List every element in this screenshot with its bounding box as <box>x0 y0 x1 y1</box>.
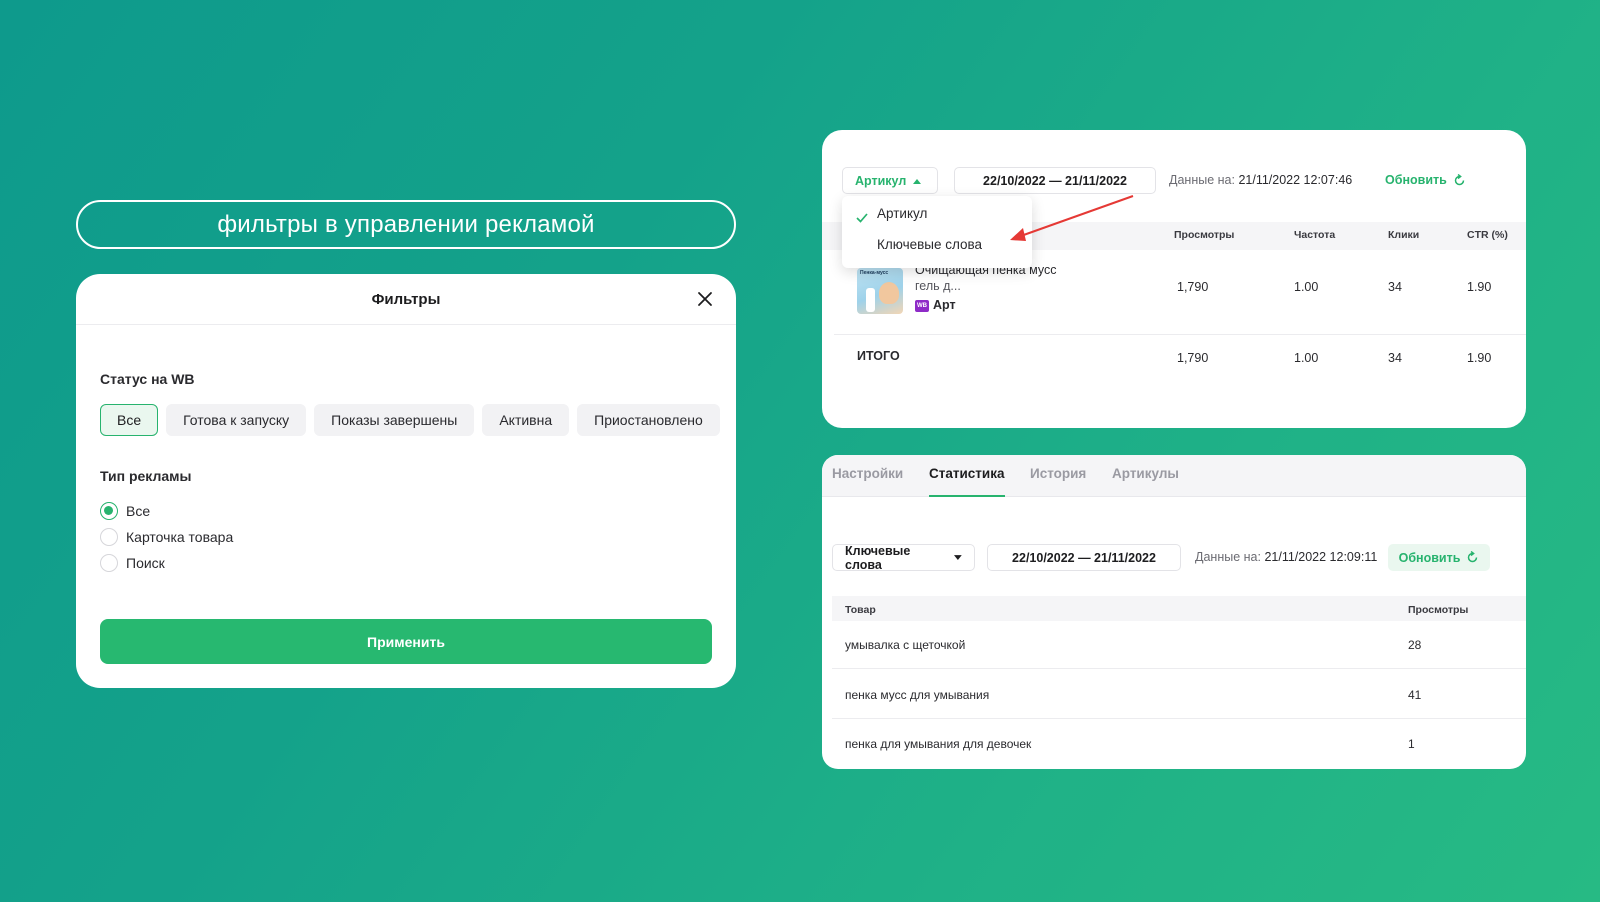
wb-badge: WB <box>915 299 929 312</box>
table-row-views: 1 <box>1408 737 1415 751</box>
refresh-icon <box>1468 551 1478 563</box>
grouping-select-label: Ключевые слова <box>845 543 911 572</box>
status-chip-paused[interactable]: Приостановлено <box>577 404 720 436</box>
status-label: Статус на WB <box>100 371 195 387</box>
modal-title: Фильтры <box>371 290 441 308</box>
thumbnail-bottle <box>866 288 875 312</box>
total-clicks: 34 <box>1388 351 1402 365</box>
radio-checked-icon[interactable] <box>100 502 118 520</box>
total-label: ИТОГО <box>857 349 900 363</box>
total-views: 1,790 <box>1177 351 1209 365</box>
grouping-select[interactable]: Артикул <box>842 167 938 194</box>
data-timestamp: Данные на: 21/11/2022 12:07:46 <box>1169 173 1352 187</box>
table-row-views: 28 <box>1408 638 1422 652</box>
data-on-value: 21/11/2022 12:09:11 <box>1264 550 1378 564</box>
stats-keywords-card: Настройки Статистика История Артикулы Кл… <box>822 455 1526 769</box>
table-row-query: умывалка с щеточкой <box>845 638 966 652</box>
modal-header: Фильтры <box>76 274 736 325</box>
radio-icon[interactable] <box>100 528 118 546</box>
status-chip-all[interactable]: Все <box>100 404 159 436</box>
product-views: 1,790 <box>1177 280 1209 294</box>
total-frequency: 1.00 <box>1294 351 1319 365</box>
dropdown-item-keywords[interactable]: Ключевые слова <box>877 237 982 252</box>
caret-down-icon <box>954 554 962 560</box>
column-header-views: Просмотры <box>1408 604 1469 616</box>
product-frequency: 1.00 <box>1294 280 1319 294</box>
product-ctr: 1.90 <box>1467 280 1492 294</box>
active-tab-indicator <box>929 495 1005 497</box>
apply-button[interactable]: Применить <box>100 619 712 664</box>
table-row-query: пенка для умывания для девочек <box>845 737 1032 751</box>
data-timestamp: Данные на: 21/11/2022 12:09:11 <box>1195 550 1377 564</box>
ad-type-option-all[interactable]: Все <box>100 502 150 520</box>
refresh-label: Обновить <box>1398 550 1461 565</box>
column-header-product: Товар <box>845 604 876 616</box>
thumbnail-face <box>879 282 899 304</box>
stats-article-card: Артикул 22/10/2022 — 21/11/2022 Данные н… <box>822 130 1526 428</box>
close-icon[interactable] <box>696 290 714 308</box>
tab-statistics[interactable]: Статистика <box>929 466 1004 481</box>
ad-type-option-label: Все <box>126 503 151 519</box>
column-header-views: Просмотры <box>1174 229 1235 241</box>
status-chip-finished[interactable]: Показы завершены <box>314 404 475 436</box>
row-divider <box>834 334 1526 335</box>
annotation-arrow-icon <box>1010 195 1134 241</box>
product-clicks: 34 <box>1388 280 1402 294</box>
product-sku-label: Арт <box>933 298 956 312</box>
product-name-line2: гель д... <box>915 279 961 293</box>
check-icon <box>856 213 868 223</box>
thumbnail-text: Пенка-мусс <box>860 270 889 276</box>
date-range-picker[interactable]: 22/10/2022 — 21/11/2022 <box>987 544 1181 571</box>
refresh-link[interactable]: Обновить <box>1385 173 1466 187</box>
row-divider <box>832 718 1526 719</box>
status-chip-ready[interactable]: Готова к запуску <box>166 404 307 436</box>
total-ctr: 1.90 <box>1467 351 1492 365</box>
data-on-label: Данные на: <box>1169 173 1235 187</box>
refresh-label: Обновить <box>1385 173 1447 187</box>
tabs-bar: Настройки Статистика История Артикулы <box>822 455 1526 497</box>
ad-type-option-label: Поиск <box>126 555 165 571</box>
product-thumbnail: Пенка-мусс <box>857 268 903 314</box>
tab-history[interactable]: История <box>1030 466 1086 481</box>
page-title: фильтры в управлении рекламой <box>76 200 736 249</box>
ad-type-label: Тип рекламы <box>100 468 192 484</box>
ad-type-option-label: Карточка товара <box>126 529 234 545</box>
row-divider <box>832 668 1526 669</box>
ad-type-option-search[interactable]: Поиск <box>100 554 165 572</box>
status-chip-active[interactable]: Активна <box>482 404 570 436</box>
data-on-label: Данные на: <box>1195 550 1261 564</box>
radio-icon[interactable] <box>100 554 118 572</box>
table-row-query: пенка мусс для умывания <box>845 688 990 702</box>
status-chips: Все Готова к запуску Показы завершены Ак… <box>100 404 720 436</box>
grouping-select-label: Артикул <box>855 173 907 188</box>
refresh-button[interactable]: Обновить <box>1388 544 1490 571</box>
tab-articles[interactable]: Артикулы <box>1112 466 1179 481</box>
column-header-clicks: Клики <box>1388 229 1420 241</box>
tab-settings[interactable]: Настройки <box>832 466 903 481</box>
refresh-icon <box>1454 173 1465 185</box>
grouping-select[interactable]: Ключевые слова <box>832 543 975 572</box>
ad-type-option-card[interactable]: Карточка товара <box>100 528 233 546</box>
filters-modal: Фильтры Статус на WB Все Готова к запуск… <box>76 274 736 688</box>
column-header-frequency: Частота <box>1294 229 1336 241</box>
dropdown-item-article[interactable]: Артикул <box>877 206 927 221</box>
table-row-views: 41 <box>1408 688 1422 702</box>
caret-up-icon <box>913 178 922 184</box>
column-header-ctr: CTR (%) <box>1467 229 1508 241</box>
data-on-value: 21/11/2022 12:07:46 <box>1238 173 1353 187</box>
product-sku[interactable]: WB Арт <box>915 298 956 312</box>
